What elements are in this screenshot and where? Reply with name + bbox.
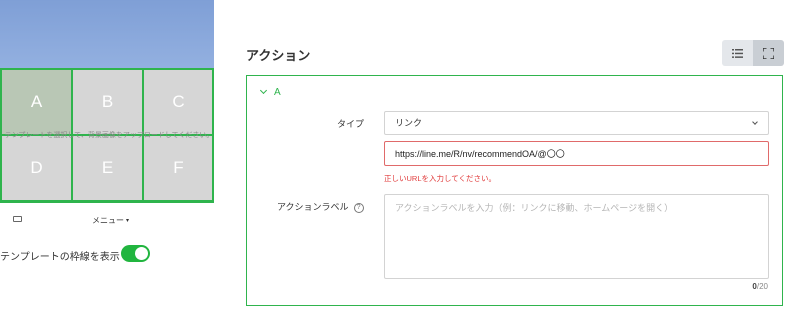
fullscreen-icon bbox=[763, 47, 774, 59]
action-panel: A タイプ リンク 正しいURLを入力してください。 アクションラベル? 0/2… bbox=[246, 75, 783, 306]
type-select[interactable]: リンク bbox=[384, 111, 769, 135]
chevron-down-icon bbox=[259, 86, 268, 95]
toggle-knob bbox=[135, 247, 148, 260]
action-a-header[interactable]: A bbox=[259, 86, 281, 98]
area-e-label: E bbox=[101, 158, 114, 177]
character-counter: 0/20 bbox=[752, 282, 768, 291]
type-select-value: リンク bbox=[395, 118, 423, 128]
list-icon bbox=[732, 48, 743, 58]
url-error-message: 正しいURLを入力してください。 bbox=[384, 174, 497, 183]
area-a-label: A bbox=[30, 92, 43, 111]
help-icon[interactable]: ? bbox=[353, 202, 364, 213]
action-label-text: アクションラベル bbox=[277, 202, 349, 212]
caret-down-icon: ▾ bbox=[126, 218, 130, 225]
url-input[interactable] bbox=[384, 141, 769, 166]
area-a[interactable]: A bbox=[1, 69, 72, 135]
list-view-button[interactable] bbox=[722, 40, 753, 66]
action-label-field-label: アクションラベル? bbox=[277, 200, 364, 213]
section-title: アクション bbox=[246, 48, 311, 63]
view-toggle bbox=[722, 40, 784, 66]
area-b[interactable]: B bbox=[72, 69, 143, 135]
fullscreen-button[interactable] bbox=[753, 40, 784, 66]
menu-label: メニュー bbox=[92, 216, 124, 225]
chevron-down-icon bbox=[752, 119, 758, 125]
template-grid: A B C D E F テンプレートを選択して、背景画像をアップロードしてくださ… bbox=[0, 68, 214, 203]
area-e[interactable]: E bbox=[72, 135, 143, 201]
show-border-label: テンプレートの枠線を表示 bbox=[0, 252, 120, 263]
upload-hint: テンプレートを選択して、背景画像をアップロードしてください。 bbox=[4, 132, 214, 139]
type-label: タイプ bbox=[337, 119, 365, 129]
area-f[interactable]: F bbox=[143, 135, 214, 201]
area-b-label: B bbox=[101, 92, 114, 111]
area-d-label: D bbox=[30, 158, 43, 177]
preview-background bbox=[0, 0, 214, 68]
show-border-toggle[interactable] bbox=[121, 245, 150, 262]
area-d[interactable]: D bbox=[1, 135, 72, 201]
rich-menu-preview: A B C D E F テンプレートを選択して、背景画像をアップロードしてくださ… bbox=[0, 0, 214, 237]
counter-max: /20 bbox=[756, 282, 768, 291]
area-c[interactable]: C bbox=[143, 69, 214, 135]
keyboard-icon[interactable] bbox=[13, 216, 22, 222]
chat-menu-bar: メニュー ▾ bbox=[0, 203, 214, 237]
menu-toggle[interactable]: メニュー ▾ bbox=[92, 215, 129, 226]
action-label-input[interactable] bbox=[384, 194, 769, 279]
area-f-label: F bbox=[173, 158, 184, 177]
area-c-label: C bbox=[172, 92, 185, 111]
action-a-title: A bbox=[274, 87, 281, 98]
